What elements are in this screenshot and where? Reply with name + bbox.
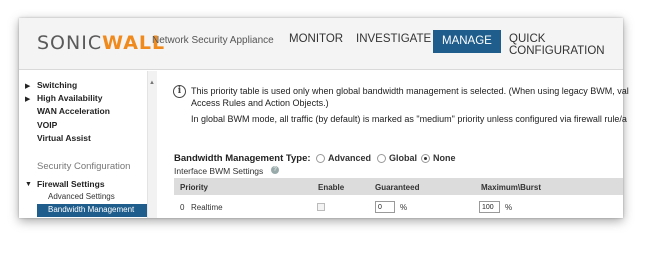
collapse-arrow-icon[interactable]: ▼: [25, 181, 32, 188]
sidebar-item-switching[interactable]: Switching: [37, 80, 77, 90]
info-text-line2: Access Rules and Action Objects.): [191, 98, 329, 108]
sidebar-subitem-advanced-settings[interactable]: Advanced Settings: [48, 192, 115, 201]
maximum-burst-input[interactable]: [479, 201, 500, 213]
row-priority-name: Realtime: [191, 203, 223, 212]
guaranteed-unit: %: [400, 203, 408, 212]
radio-global[interactable]: [377, 154, 386, 163]
sidebar-item-voip[interactable]: VOIP: [37, 120, 57, 130]
expand-arrow-icon[interactable]: ▶: [25, 82, 30, 90]
bwm-type-label: Bandwidth Management Type:: [174, 153, 311, 164]
col-guaranteed: Guaranteed: [375, 183, 420, 192]
info-text-line3: In global BWM mode, all traffic (by defa…: [191, 114, 627, 124]
sidebar-item-wan-acceleration[interactable]: WAN Acceleration: [37, 106, 110, 116]
enable-checkbox[interactable]: [317, 203, 325, 211]
expand-arrow-icon[interactable]: ▶: [25, 95, 30, 103]
row-priority-index: 0: [180, 203, 185, 212]
col-maximum-burst: Maximum\Burst: [481, 183, 542, 192]
sonicwall-logo: SONICWALL: [37, 32, 166, 54]
info-text-line1: This priority table is used only when gl…: [191, 86, 629, 96]
maximum-burst-unit: %: [505, 203, 513, 212]
radio-none-label[interactable]: None: [433, 153, 456, 163]
interface-bwm-settings-label: Interface BWM Settings: [174, 166, 264, 176]
sidebar-section-security-configuration: Security Configuration: [37, 161, 131, 172]
top-header: SONICWALL Network Security Appliance MON…: [19, 18, 623, 70]
col-enable: Enable: [318, 183, 345, 192]
sidebar-item-firewall-settings[interactable]: Firewall Settings: [37, 179, 105, 189]
sidebar-item-virtual-assist[interactable]: Virtual Assist: [37, 133, 91, 143]
nav-investigate[interactable]: INVESTIGATE: [356, 33, 431, 45]
sidebar-subitem-bandwidth-management[interactable]: Bandwidth Management: [48, 205, 134, 214]
product-subtitle: Network Security Appliance: [152, 35, 274, 46]
radio-global-label[interactable]: Global: [389, 153, 417, 163]
scroll-up-arrow-icon[interactable]: ▲: [149, 80, 155, 86]
nav-manage[interactable]: MANAGE: [433, 30, 501, 53]
help-icon[interactable]: ?: [271, 166, 279, 174]
radio-advanced[interactable]: [316, 154, 325, 163]
info-icon: i: [173, 85, 186, 98]
radio-advanced-label[interactable]: Advanced: [328, 153, 371, 163]
sidebar-scrollbar[interactable]: [147, 71, 157, 218]
nav-monitor[interactable]: MONITOR: [289, 33, 343, 45]
col-priority: Priority: [180, 183, 209, 192]
guaranteed-input[interactable]: [375, 201, 395, 213]
radio-none[interactable]: [421, 154, 430, 163]
nav-quick-configuration[interactable]: QUICK CONFIGURATION: [509, 33, 623, 57]
sidebar-item-high-availability[interactable]: High Availability: [37, 93, 103, 103]
